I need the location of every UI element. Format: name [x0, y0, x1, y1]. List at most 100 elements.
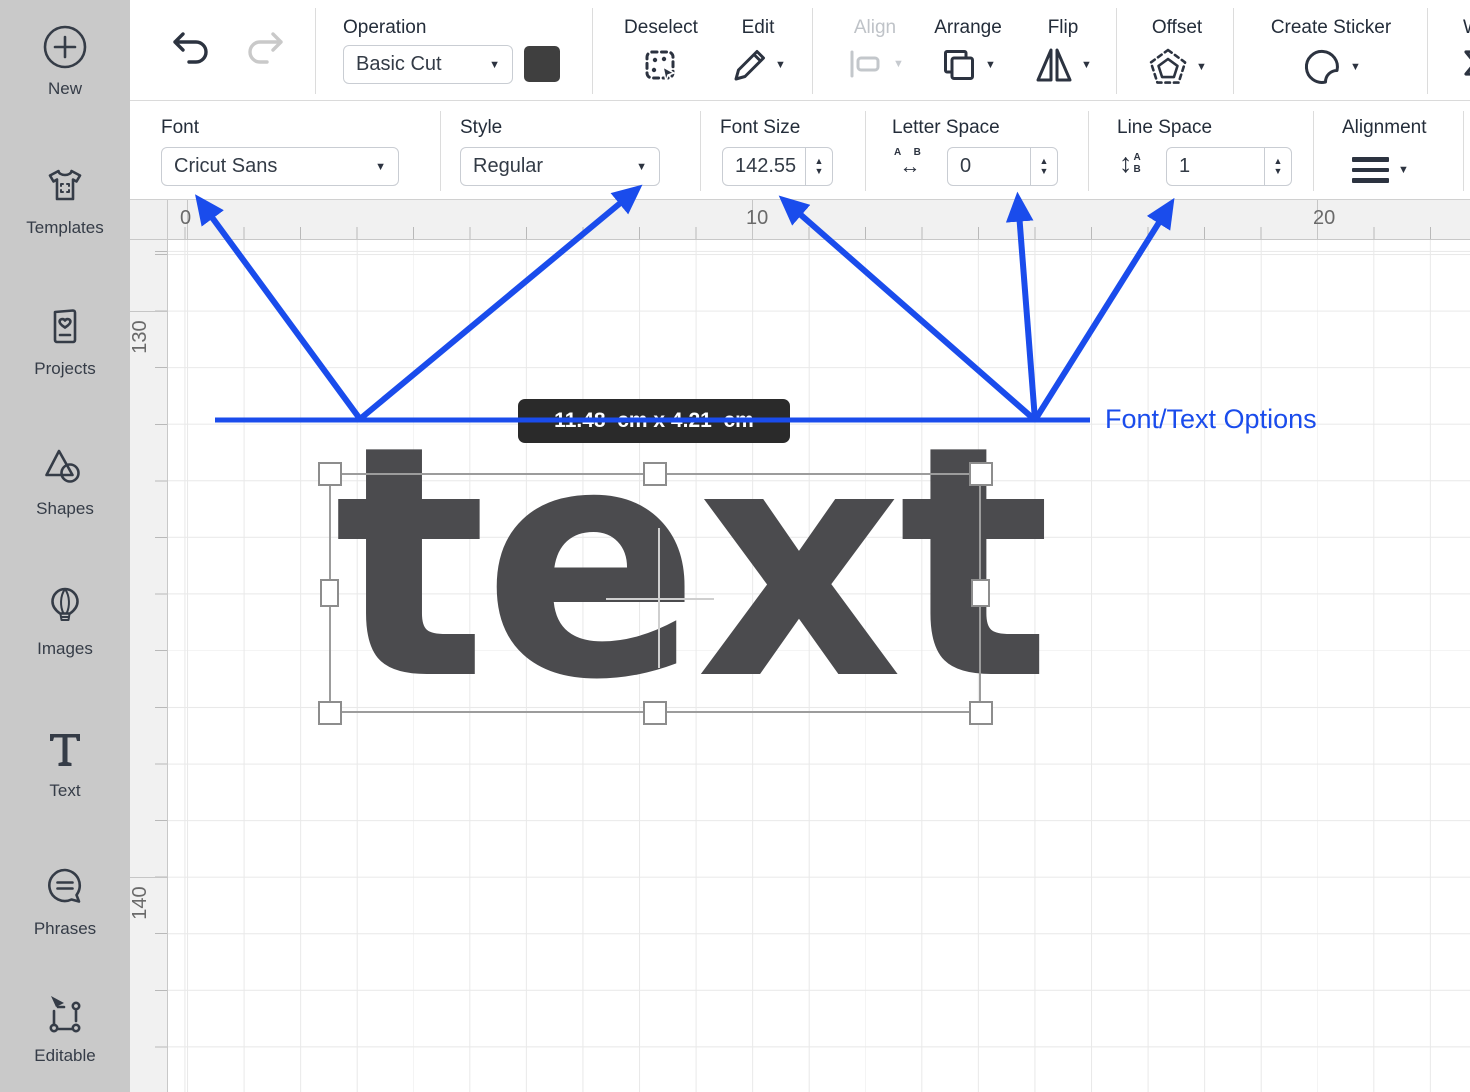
alignment-button[interactable]: ▼	[1352, 157, 1409, 183]
sidebar-item-text[interactable]: Text	[0, 726, 130, 801]
weld-label-partial: W	[1452, 17, 1470, 39]
align-icon	[846, 46, 886, 82]
flip-button[interactable]: Flip ▼	[1022, 17, 1104, 84]
sidebar-item-editable[interactable]: Editable	[0, 991, 130, 1066]
alignment-bars-icon	[1352, 157, 1389, 183]
chevron-down-icon: ▼	[985, 59, 996, 71]
selection-bounding-box[interactable]	[329, 473, 981, 713]
operation-value: Basic Cut	[356, 53, 442, 76]
flip-mirror-icon	[1034, 46, 1074, 84]
line-space-input[interactable]: 1 ▲ ▼	[1166, 147, 1292, 186]
letter-space-stepper[interactable]: ▲ ▼	[1030, 148, 1057, 185]
sidebar-item-label: Templates	[0, 218, 130, 238]
sidebar-item-label: Phrases	[0, 919, 130, 939]
selection-center-crosshair	[606, 598, 714, 600]
divider	[812, 8, 813, 94]
font-size-stepper[interactable]: ▲ ▼	[805, 148, 832, 185]
line-space-icon: ↕ A B	[1119, 148, 1141, 179]
ruler-corner	[130, 200, 168, 240]
divider	[315, 8, 316, 94]
selection-handle-bottom-right[interactable]	[969, 701, 993, 725]
sidebar-item-label: Editable	[0, 1046, 130, 1066]
letter-space-icon: A B ↔	[894, 148, 926, 177]
letter-space-value: 0	[948, 148, 1030, 185]
arrange-label: Arrange	[922, 17, 1014, 39]
font-value: Cricut Sans	[174, 155, 277, 178]
chevron-down-icon: ▼	[893, 58, 904, 70]
chevron-down-icon: ▼	[775, 59, 786, 71]
font-size-input[interactable]: 142.55 ▲ ▼	[722, 147, 833, 186]
divider	[592, 8, 593, 94]
divider	[1463, 111, 1464, 191]
chevron-down-icon: ▼	[1196, 61, 1207, 73]
new-plus-circle-icon	[42, 24, 88, 70]
sidebar-item-label: Projects	[0, 359, 130, 379]
chevron-down-icon: ▼	[1350, 61, 1361, 73]
create-sticker-label: Create Sticker	[1256, 17, 1406, 39]
toolbar-row-text: Font Cricut Sans ▼ Style Regular ▼ Font …	[130, 101, 1470, 200]
divider	[1088, 111, 1089, 191]
selection-handle-top-center[interactable]	[643, 462, 667, 486]
divider	[1233, 8, 1234, 94]
step-down-icon: ▼	[1040, 167, 1049, 176]
deselect-button[interactable]: Deselect	[615, 17, 707, 86]
shapes-triangle-circle-icon	[42, 444, 88, 490]
create-sticker-button[interactable]: Create Sticker ▼	[1256, 17, 1406, 88]
chevron-down-icon: ▼	[1398, 164, 1409, 176]
letter-space-label: Letter Space	[892, 117, 1000, 139]
selection-handle-top-left[interactable]	[318, 462, 342, 486]
sidebar-item-new[interactable]: New	[0, 24, 130, 99]
operation-label: Operation	[343, 17, 426, 39]
hruler-label-20: 20	[1313, 207, 1335, 230]
editable-path-cursor-icon	[42, 991, 88, 1037]
selection-handle-bottom-left[interactable]	[318, 701, 342, 725]
line-space-label: Line Space	[1117, 117, 1212, 139]
style-value: Regular	[473, 155, 543, 178]
align-button: Align ▼	[830, 17, 920, 82]
vruler-label-130: 130	[129, 311, 169, 363]
operation-color-swatch[interactable]	[524, 46, 560, 82]
redo-icon[interactable]	[242, 30, 286, 72]
templates-tshirt-icon	[42, 163, 88, 209]
chevron-down-icon: ▼	[1081, 59, 1092, 71]
undo-icon[interactable]	[170, 30, 214, 72]
sidebar-item-phrases[interactable]: Phrases	[0, 864, 130, 939]
offset-button[interactable]: Offset ▼	[1132, 17, 1222, 88]
ruler-ticks	[155, 240, 167, 1092]
divider	[1116, 8, 1117, 94]
edit-button[interactable]: Edit ▼	[717, 17, 799, 84]
sidebar-item-label: New	[0, 79, 130, 99]
sidebar-item-projects[interactable]: Projects	[0, 304, 130, 379]
align-label: Align	[830, 17, 920, 39]
sidebar-item-templates[interactable]: Templates	[0, 163, 130, 238]
chevron-down-icon: ▼	[375, 161, 386, 173]
selection-handle-top-right[interactable]	[969, 462, 993, 486]
sidebar-item-images[interactable]: Images	[0, 584, 130, 659]
sidebar-item-label: Images	[0, 639, 130, 659]
weld-icon-partial	[1460, 46, 1470, 82]
selection-handle-bottom-center[interactable]	[643, 701, 667, 725]
divider	[865, 111, 866, 191]
divider	[1427, 8, 1428, 94]
chevron-down-icon: ▼	[489, 59, 500, 71]
divider	[700, 111, 701, 191]
letter-space-input[interactable]: 0 ▲ ▼	[947, 147, 1058, 186]
offset-label: Offset	[1132, 17, 1222, 39]
line-space-stepper[interactable]: ▲ ▼	[1264, 148, 1291, 185]
arrange-layers-icon	[940, 46, 978, 84]
size-tooltip: 11.48 cm x 4.21 cm	[518, 399, 790, 443]
style-select[interactable]: Regular ▼	[460, 147, 660, 186]
operation-select[interactable]: Basic Cut ▼	[343, 45, 513, 84]
hruler-label-10: 10	[746, 207, 768, 230]
design-canvas[interactable]: text 11.48 cm x 4.21 cm	[168, 240, 1470, 1092]
selection-handle-middle-right[interactable]	[971, 579, 990, 607]
arrange-button[interactable]: Arrange ▼	[922, 17, 1014, 84]
sidebar-item-shapes[interactable]: Shapes	[0, 444, 130, 519]
weld-button-partial[interactable]: W	[1452, 17, 1470, 82]
font-select[interactable]: Cricut Sans ▼	[161, 147, 399, 186]
sidebar-item-label: Shapes	[0, 499, 130, 519]
selection-handle-middle-left[interactable]	[320, 579, 339, 607]
edit-pencil-icon	[730, 46, 768, 84]
horizontal-ruler: 0 10 20	[168, 200, 1470, 240]
offset-pentagon-icon	[1147, 46, 1189, 88]
